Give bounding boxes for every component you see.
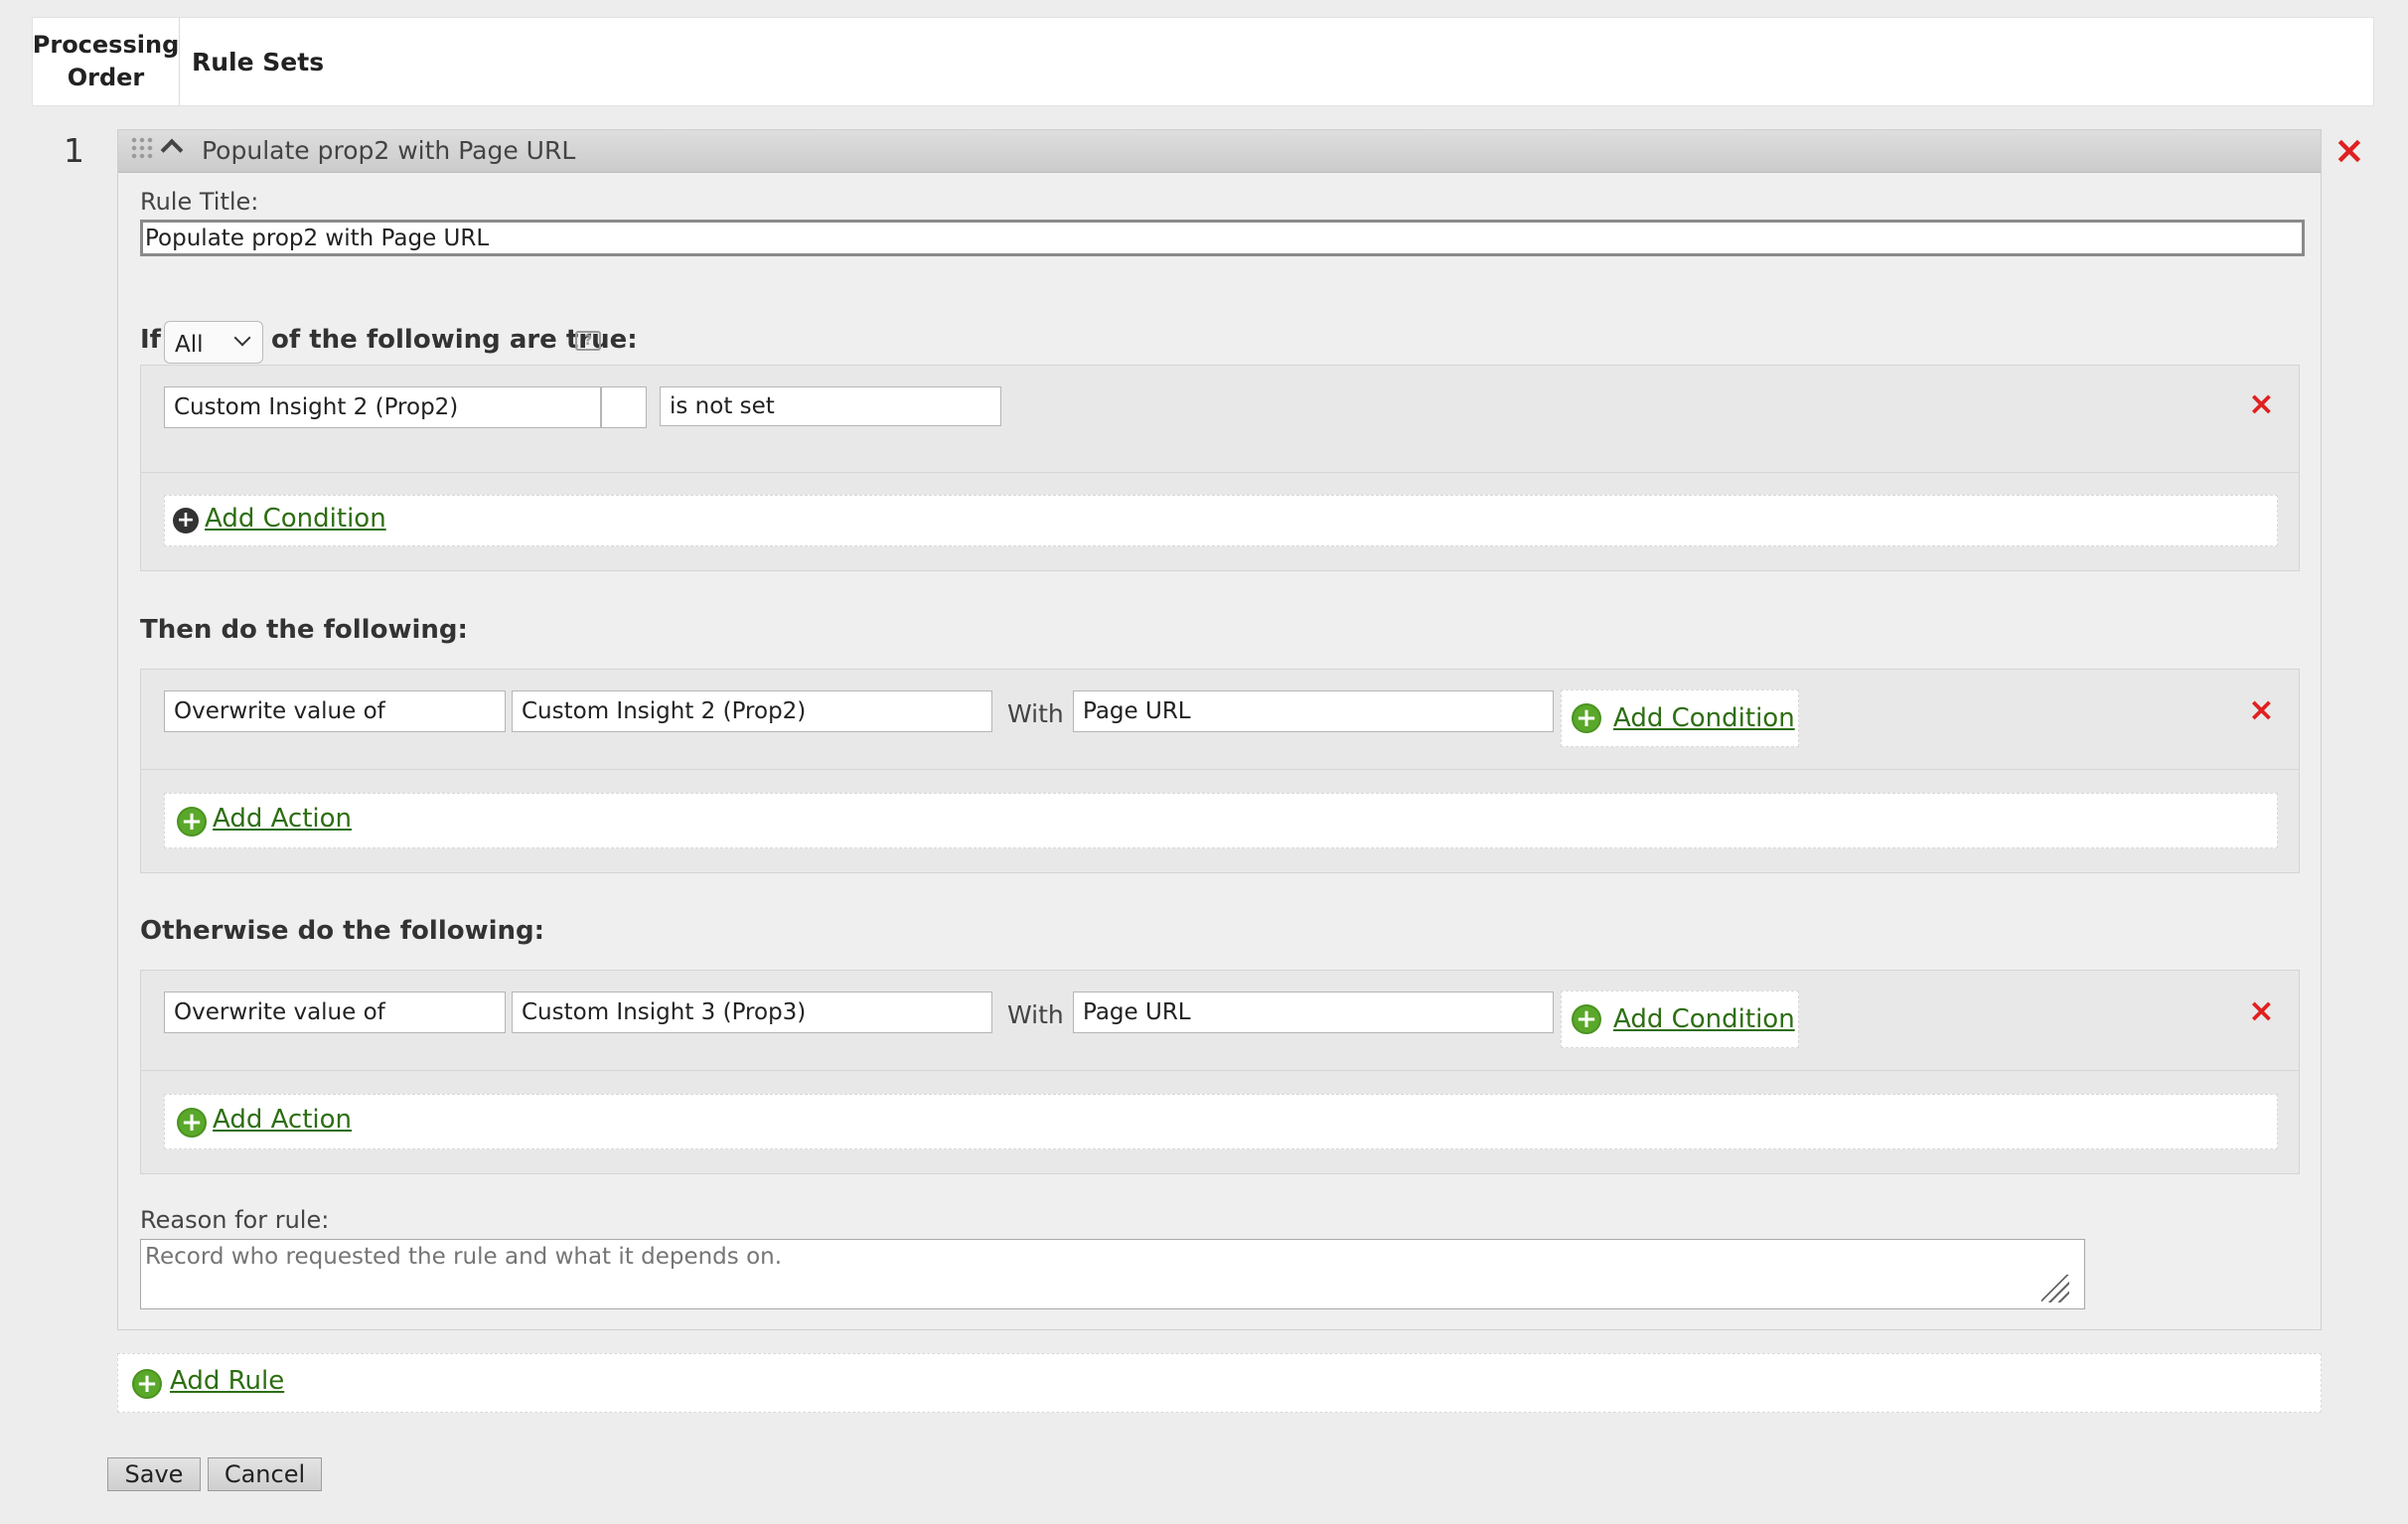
if-label: If — [140, 325, 161, 355]
processing-order-column-header: Processing Order — [33, 18, 180, 105]
rule-title-label: Rule Title: — [140, 188, 259, 216]
add-condition-row: + Add Condition — [164, 495, 2278, 546]
otherwise-add-condition-link[interactable]: Add Condition — [1613, 1004, 1795, 1034]
otherwise-add-action-link[interactable]: Add Action — [213, 1105, 352, 1135]
then-add-condition-link[interactable]: Add Condition — [1613, 703, 1795, 733]
conditions-block: Custom Insight 2 (Prop2) is not set × + … — [140, 365, 2300, 571]
otherwise-value-select[interactable]: Page URL — [1073, 991, 1554, 1033]
divider — [141, 1070, 2299, 1071]
collapse-chevron-icon[interactable] — [160, 138, 184, 162]
add-condition-link[interactable]: Add Condition — [205, 504, 386, 533]
then-action-select[interactable]: Overwrite value of — [164, 690, 506, 732]
otherwise-add-condition: + Add Condition — [1561, 991, 1799, 1048]
rule-bar-title: Populate prop2 with Page URL — [202, 136, 576, 165]
rule-sets-column-header: Rule Sets — [192, 47, 325, 76]
remove-condition-icon[interactable]: × — [2248, 384, 2275, 422]
remove-then-action-icon[interactable]: × — [2248, 690, 2275, 728]
rule-title-input[interactable]: Populate prop2 with Page URL — [140, 220, 2305, 256]
otherwise-action-select[interactable]: Overwrite value of — [164, 991, 506, 1033]
help-icon[interactable]: ? — [575, 331, 601, 351]
then-with-label: With — [1007, 699, 1064, 728]
add-circle-icon: + — [1572, 1004, 1601, 1034]
add-circle-icon: + — [1572, 703, 1601, 733]
then-add-condition: + Add Condition — [1561, 689, 1799, 747]
processing-order-line2: Order — [67, 64, 145, 91]
remove-otherwise-action-icon[interactable]: × — [2248, 991, 2275, 1029]
remove-rule-icon[interactable]: × — [2333, 131, 2365, 169]
condition-operator-select[interactable]: is not set — [660, 386, 1001, 426]
otherwise-target-select[interactable]: Custom Insight 3 (Prop3) — [512, 991, 992, 1033]
then-target-select[interactable]: Custom Insight 2 (Prop2) — [512, 690, 992, 732]
condition-variable-dropdown[interactable] — [601, 386, 647, 428]
then-add-action-link[interactable]: Add Action — [213, 804, 352, 834]
divider — [141, 472, 2299, 473]
processing-order-line1: Processing — [32, 31, 180, 59]
rule-header-bar[interactable]: Populate prop2 with Page URL — [118, 130, 2321, 173]
otherwise-add-action-row: + Add Action — [164, 1094, 2278, 1149]
resize-handle-icon[interactable] — [2041, 1275, 2069, 1302]
otherwise-with-label: With — [1007, 1000, 1064, 1029]
condition-variable-select[interactable]: Custom Insight 2 (Prop2) — [164, 386, 601, 428]
drag-handle-icon[interactable] — [130, 136, 154, 160]
match-select[interactable]: All — [164, 321, 263, 364]
reason-label: Reason for rule: — [140, 1206, 330, 1234]
add-circle-icon: + — [177, 807, 207, 837]
add-circle-icon: + — [177, 1108, 207, 1138]
chevron-down-icon — [233, 329, 251, 347]
reason-textarea[interactable] — [140, 1239, 2085, 1309]
then-label: Then do the following: — [140, 615, 468, 645]
save-button[interactable]: Save — [107, 1457, 201, 1491]
otherwise-actions-block: Overwrite value of Custom Insight 3 (Pro… — [140, 970, 2300, 1174]
otherwise-label: Otherwise do the following: — [140, 916, 545, 946]
add-circle-icon: + — [173, 508, 199, 533]
then-add-action-row: + Add Action — [164, 793, 2278, 848]
then-value-select[interactable]: Page URL — [1073, 690, 1554, 732]
then-actions-block: Overwrite value of Custom Insight 2 (Pro… — [140, 669, 2300, 873]
add-rule-row: + Add Rule — [117, 1353, 2322, 1413]
match-select-value: All — [175, 331, 204, 358]
divider — [141, 769, 2299, 770]
rule-sets-header: Processing Order Rule Sets — [32, 17, 2374, 106]
cancel-button[interactable]: Cancel — [208, 1457, 322, 1491]
add-rule-link[interactable]: Add Rule — [170, 1366, 284, 1396]
processing-order-number: 1 — [64, 131, 84, 170]
rule-panel: Populate prop2 with Page URL Rule Title:… — [117, 129, 2322, 1330]
add-circle-icon: + — [132, 1369, 162, 1399]
